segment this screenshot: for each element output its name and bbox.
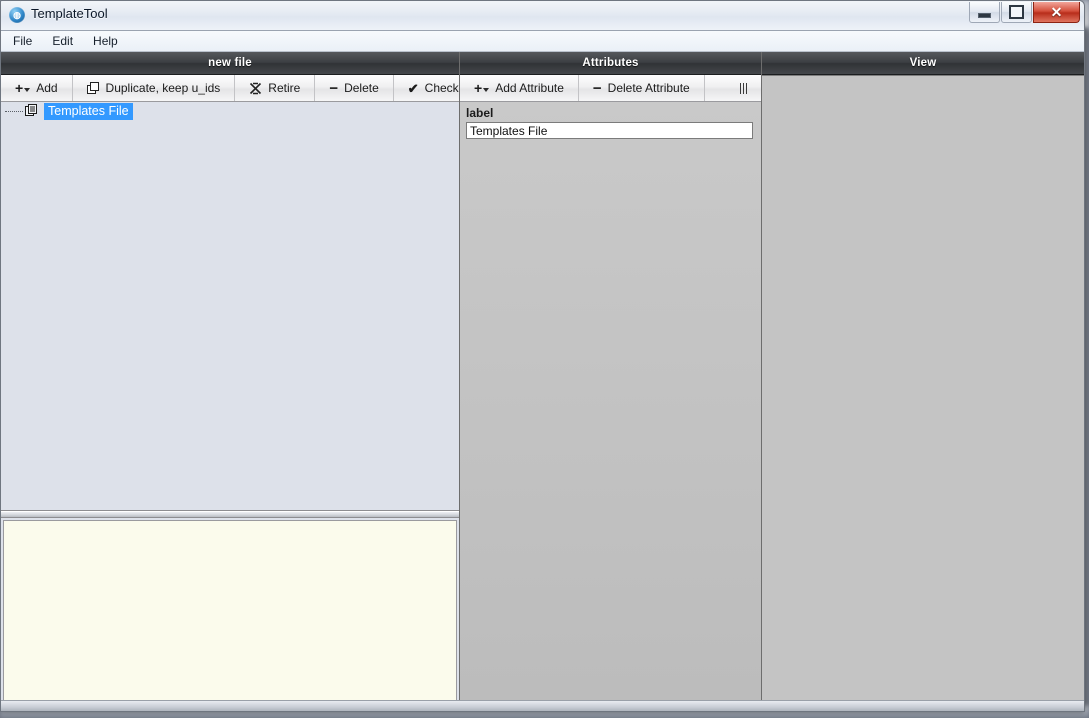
view-canvas[interactable]: [762, 75, 1084, 701]
minus-icon: −: [592, 79, 602, 97]
maximize-icon: [1009, 5, 1024, 19]
attributes-toolbar: + Add Attribute − Delete Attribute: [460, 75, 761, 102]
panel-container: new file + Add Duplicate, keep u_ids Ret…: [1, 52, 1084, 701]
window-title: TemplateTool: [31, 6, 108, 21]
minimize-icon: [978, 12, 991, 18]
menu-item-edit[interactable]: Edit: [50, 33, 75, 49]
window-controls: ✕: [968, 2, 1080, 23]
plus-dropdown-icon: +: [474, 81, 490, 95]
status-bar: [1, 700, 1084, 711]
view-panel: View: [762, 52, 1084, 701]
tree-view[interactable]: Templates File: [1, 102, 459, 511]
menu-item-help[interactable]: Help: [91, 33, 120, 49]
attribute-field-label: label: [466, 106, 494, 120]
duplicate-button[interactable]: Duplicate, keep u_ids: [73, 75, 236, 101]
delete-button-label: Delete: [344, 81, 379, 95]
close-icon: ✕: [1050, 4, 1063, 20]
attributes-panel-header: Attributes: [460, 52, 761, 75]
attribute-value-input[interactable]: [466, 122, 753, 139]
horizontal-splitter[interactable]: [1, 511, 459, 518]
retire-icon: [249, 82, 262, 95]
close-button[interactable]: ✕: [1033, 2, 1080, 23]
globe-icon: ◍: [9, 7, 25, 23]
tree-toolbar: + Add Duplicate, keep u_ids Retire − Del…: [1, 75, 459, 102]
retire-button[interactable]: Retire: [235, 75, 316, 101]
tree-item-templates-file[interactable]: Templates File: [1, 102, 459, 121]
delete-attribute-label: Delete Attribute: [607, 81, 690, 95]
layers-icon: [25, 103, 40, 120]
add-attribute-button[interactable]: + Add Attribute: [460, 75, 579, 101]
minus-icon: −: [329, 79, 339, 97]
delete-button[interactable]: − Delete: [315, 75, 394, 101]
tree-connector-icon: [5, 111, 23, 113]
retire-button-label: Retire: [268, 81, 301, 95]
tree-item-label: Templates File: [44, 103, 133, 120]
add-attribute-label: Add Attribute: [495, 81, 564, 95]
delete-attribute-button[interactable]: − Delete Attribute: [579, 75, 705, 101]
add-button[interactable]: + Add: [1, 75, 73, 101]
check-button-label: Check L: [424, 81, 459, 95]
duplicate-button-label: Duplicate, keep u_ids: [105, 81, 221, 95]
copy-icon: [86, 81, 100, 95]
minimize-button[interactable]: [969, 2, 1000, 23]
check-icon: ✔: [407, 80, 419, 96]
attributes-form: label: [460, 102, 761, 701]
check-button[interactable]: ✔ Check L: [394, 75, 459, 101]
resize-grip-icon[interactable]: [726, 75, 761, 101]
maximize-button[interactable]: [1001, 2, 1032, 23]
add-button-label: Add: [36, 81, 58, 95]
tree-panel: new file + Add Duplicate, keep u_ids Ret…: [1, 52, 460, 701]
view-panel-header: View: [762, 52, 1084, 75]
menu-bar: File Edit Help: [1, 31, 1084, 52]
menu-item-file[interactable]: File: [11, 33, 34, 49]
attributes-panel: Attributes + Add Attribute − Delete Attr…: [460, 52, 762, 701]
plus-dropdown-icon: +: [15, 81, 31, 95]
console-output[interactable]: [3, 520, 457, 701]
title-bar: ◍ TemplateTool ✕: [1, 1, 1084, 31]
tree-panel-header: new file: [1, 52, 459, 75]
application-window: ◍ TemplateTool ✕ File Edit Help new file…: [0, 0, 1085, 712]
